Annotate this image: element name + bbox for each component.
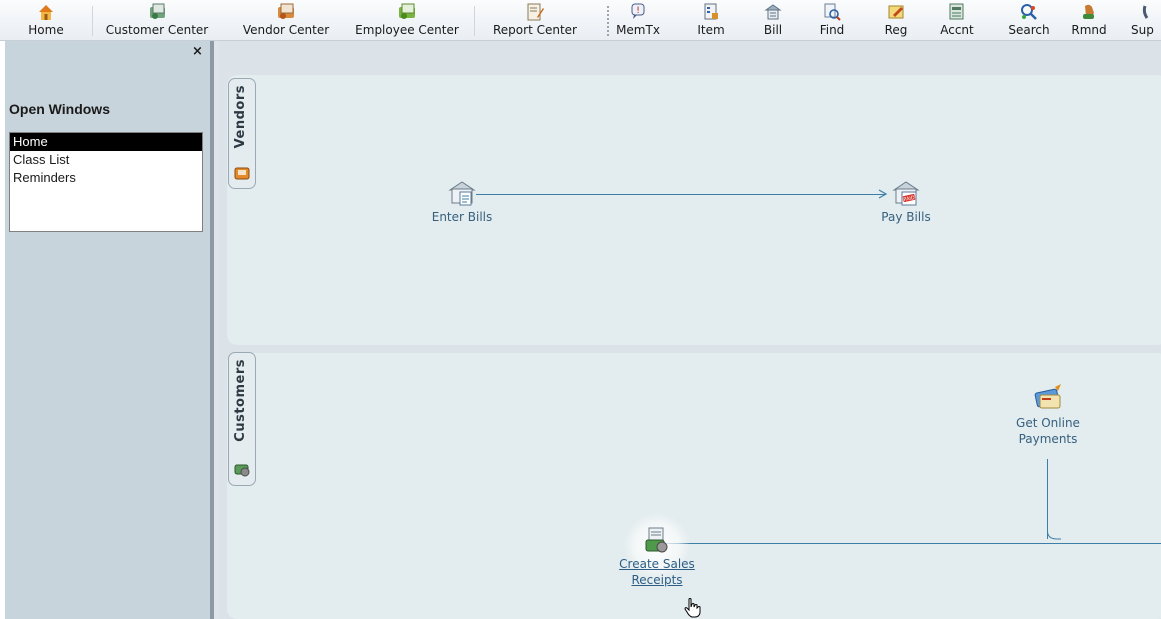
pay-bills-button[interactable]: PAID Pay Bills [870, 179, 942, 225]
vendors-tab-label: Vendors [233, 85, 248, 149]
search-icon [1021, 4, 1037, 20]
customers-tab-label: Customers [233, 359, 248, 442]
bill-icon [764, 4, 782, 20]
vendors-section [227, 75, 1161, 345]
get-online-payments-button[interactable]: Get Online Payments [995, 381, 1101, 447]
connector-corner [1047, 531, 1061, 540]
svg-text:!: ! [636, 6, 640, 16]
toolbar-report-center-label: Report Center [493, 23, 577, 37]
open-windows-title: Open Windows [9, 101, 110, 117]
toolbar-vendor-center-label: Vendor Center [242, 23, 330, 37]
toolbar-find-label: Find [819, 23, 845, 37]
memtx-icon: ! [631, 3, 645, 19]
support-icon [1142, 5, 1149, 19]
toolbar-item-label: Item [697, 23, 725, 37]
get-online-payments-label-line1: Get Online [1016, 416, 1080, 430]
toolbar-support-button[interactable]: Sup [1125, 0, 1161, 40]
toolbar-bill-label: Bill [763, 23, 783, 37]
create-sales-receipts-label-line2: Receipts [631, 573, 683, 587]
find-icon [824, 3, 841, 21]
toolbar-customer-center-label: Customer Center [105, 23, 209, 37]
toolbar-find-button[interactable]: Find [811, 0, 853, 40]
home-icon [39, 5, 53, 20]
enter-bills-label: Enter Bills [431, 210, 493, 224]
toolbar-accnt-button[interactable]: Accnt [933, 0, 981, 40]
open-window-item-reminders[interactable]: Reminders [10, 169, 202, 187]
toolbar-home-label: Home [28, 23, 64, 37]
register-icon [888, 5, 904, 19]
vendors-tab-icon [234, 167, 250, 180]
report-center-icon [527, 3, 544, 21]
get-online-payments-label-line2: Payments [1018, 432, 1078, 446]
toolbar-search-label: Search [1008, 23, 1050, 37]
toolbar-report-center-button[interactable]: Report Center [479, 0, 591, 40]
employee-center-icon [399, 3, 415, 19]
toolbar-employee-center-button[interactable]: Employee Center [346, 0, 468, 40]
toolbar-reg-label: Reg [884, 23, 908, 37]
item-icon [704, 3, 718, 20]
reminder-icon [1083, 4, 1094, 19]
toolbar-home-button[interactable]: Home [22, 0, 70, 40]
toolbar-memtx-button[interactable]: ! MemTx [611, 0, 665, 40]
toolbar-rmnd-label: Rmnd [1071, 23, 1107, 37]
enter-bills-to-pay-bills-connector [476, 194, 886, 195]
create-sales-receipts-button[interactable]: Create Sales Receipts [604, 512, 710, 588]
account-icon [949, 3, 964, 20]
toolbar-grip[interactable] [607, 6, 609, 36]
close-icon[interactable]: × [192, 45, 203, 58]
toolbar-accnt-label: Accnt [940, 23, 974, 37]
customers-tab[interactable]: Customers [228, 352, 256, 486]
open-window-item-class-list[interactable]: Class List [10, 151, 202, 169]
pay-bills-label: Pay Bills [881, 210, 931, 224]
pay-bills-icon: PAID [892, 181, 920, 206]
vendors-tab[interactable]: Vendors [228, 78, 256, 189]
vendor-center-icon [278, 3, 294, 19]
toolbar-employee-center-label: Employee Center [355, 23, 459, 37]
customers-tab-icon [234, 464, 250, 477]
toolbar-item-button[interactable]: Item [689, 0, 733, 40]
toolbar-rmnd-button[interactable]: Rmnd [1067, 0, 1111, 40]
main-toolbar: Home Customer Center Vendor Center Emplo… [0, 0, 1161, 41]
open-windows-list: Home Class List Reminders [9, 132, 203, 232]
sales-receipts-connector [659, 543, 1161, 544]
enter-bills-icon [448, 181, 476, 206]
create-sales-receipts-label-line1: Create Sales [619, 557, 695, 571]
online-payments-connector-vertical [1047, 459, 1048, 539]
create-sales-receipts-icon [645, 527, 668, 553]
get-online-payments-icon [1034, 384, 1061, 409]
toolbar-vendor-center-button[interactable]: Vendor Center [228, 0, 344, 40]
toolbar-support-label: Sup [1131, 23, 1154, 37]
toolbar-customer-center-button[interactable]: Customer Center [89, 0, 225, 40]
open-window-item-home[interactable]: Home [10, 133, 202, 151]
enter-bills-button[interactable]: Enter Bills [419, 179, 505, 225]
toolbar-bill-button[interactable]: Bill [753, 0, 793, 40]
customer-center-icon [150, 3, 165, 19]
toolbar-reg-button[interactable]: Reg [876, 0, 916, 40]
toolbar-memtx-label: MemTx [616, 23, 660, 37]
home-page: Vendors Enter Bills PAID Pay Bills Custo… [219, 41, 1161, 619]
hand-cursor-icon [684, 598, 701, 618]
open-windows-panel: × Open Windows Home Class List Reminders [5, 41, 210, 619]
toolbar-search-button[interactable]: Search [1002, 0, 1056, 40]
